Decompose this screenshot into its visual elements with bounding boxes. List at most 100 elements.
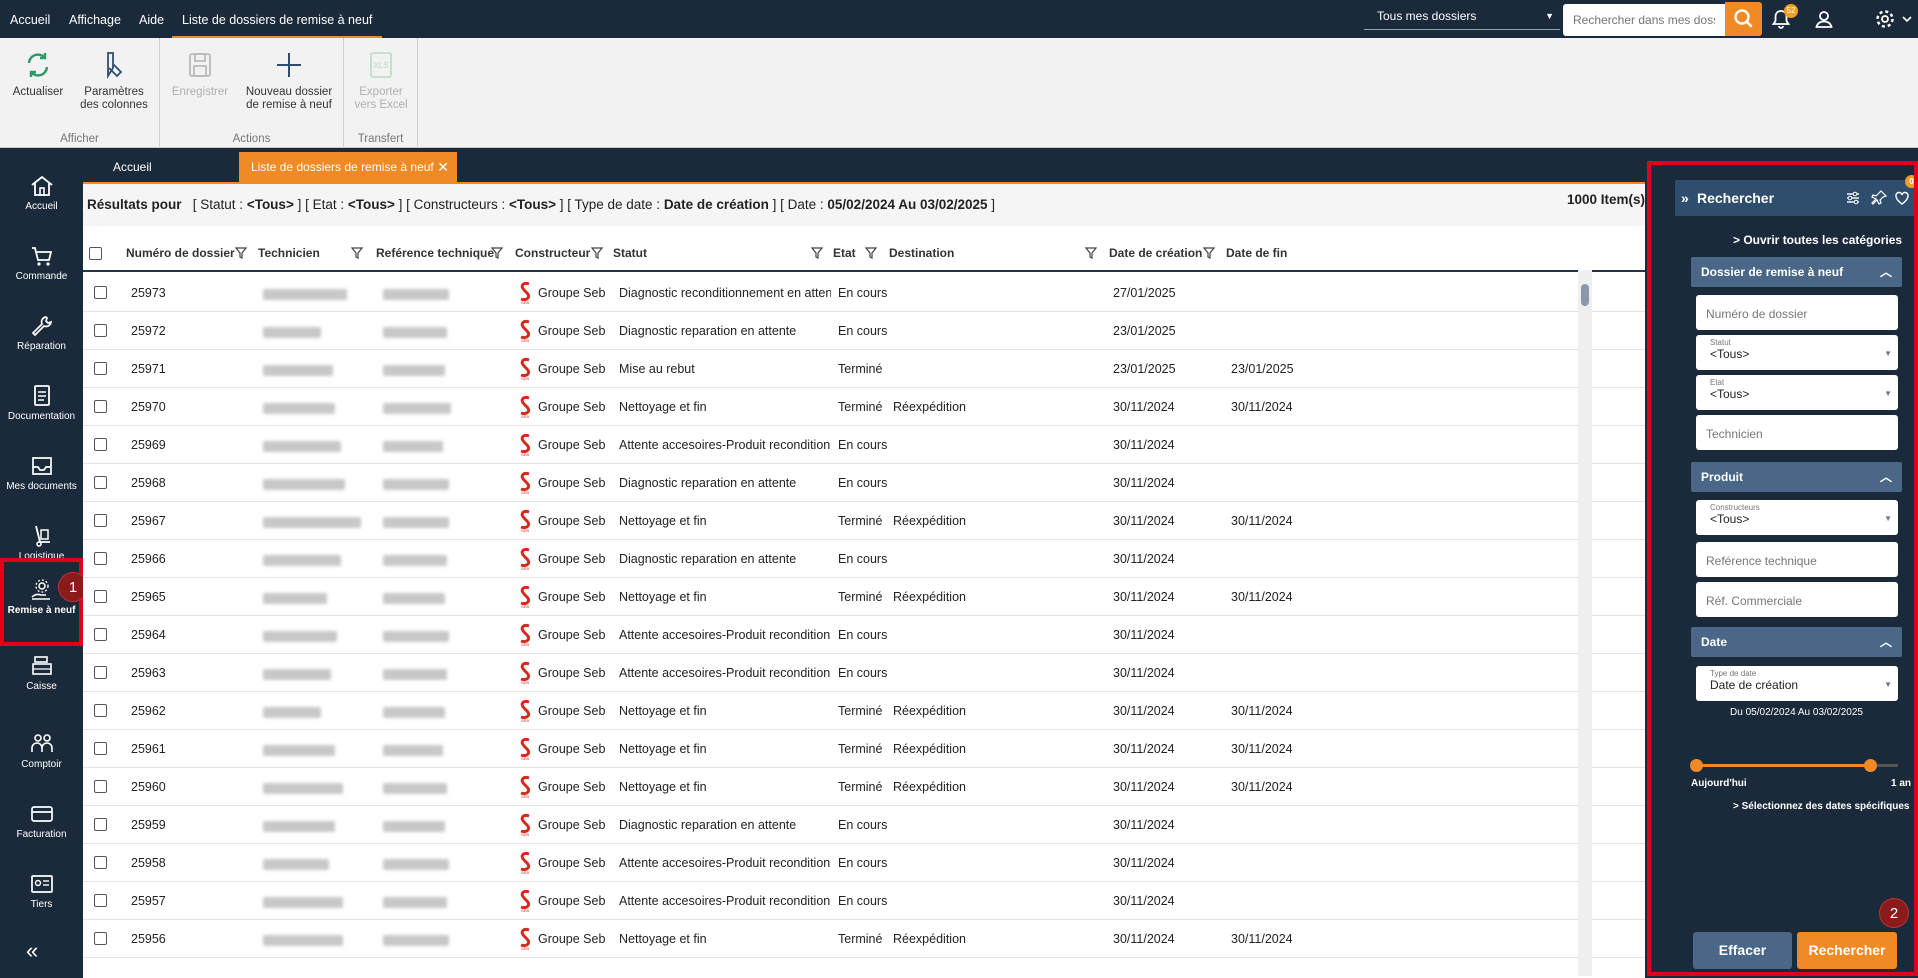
section-date[interactable]: Date ︿ (1691, 627, 1902, 657)
col-constructeur[interactable]: Constructeur (515, 234, 590, 272)
nav-facturation[interactable]: Facturation (0, 786, 83, 856)
table-row[interactable]: 25958 SEB Groupe Seb Attente accesoires-Pro… (83, 844, 1645, 882)
ref-commerciale-input[interactable]: Réf. Commerciale (1696, 582, 1898, 617)
constructeurs-select[interactable]: Constructeurs <Tous> ▼ (1696, 500, 1898, 535)
section-produit[interactable]: Produit ︿ (1691, 462, 1902, 492)
table-row[interactable]: 25957 SEB Groupe Seb Attente accesoires-Pro… (83, 882, 1645, 920)
etat-select[interactable]: Etat <Tous> ▼ (1696, 375, 1898, 410)
technicien-input[interactable]: Technicien (1696, 415, 1898, 450)
refresh-button[interactable]: Actualiser (6, 50, 70, 99)
vertical-scrollbar[interactable] (1578, 270, 1592, 976)
table-row[interactable]: 25966 SEB Groupe Seb Diagnostic reparation … (83, 540, 1645, 578)
table-row[interactable]: 25964 SEB Groupe Seb Attente accesoires-Pro… (83, 616, 1645, 654)
filter-icon[interactable] (1085, 246, 1097, 260)
nav-commande[interactable]: Commande (0, 228, 83, 298)
row-checkbox[interactable] (94, 742, 107, 755)
row-checkbox[interactable] (94, 514, 107, 527)
row-checkbox[interactable] (94, 628, 107, 641)
row-checkbox[interactable] (94, 362, 107, 375)
table-row[interactable]: 25960 SEB Groupe Seb Nettoyage et fin Termin… (83, 768, 1645, 806)
nav-reparation[interactable]: Réparation (0, 298, 83, 368)
filter-icon[interactable] (351, 246, 363, 260)
user-icon[interactable] (1813, 8, 1835, 30)
double-chevron-icon[interactable]: » (1681, 180, 1689, 216)
col-reference[interactable]: Reférence technique (376, 234, 494, 272)
clear-button[interactable]: Effacer (1693, 932, 1792, 969)
new-folder-button[interactable]: Nouveau dossier de remise à neuf (240, 50, 338, 112)
table-row[interactable]: 25971 SEB Groupe Seb Mise au rebut Terminé 23… (83, 350, 1645, 388)
table-row[interactable]: 25967 SEB Groupe Seb Nettoyage et fin Termin… (83, 502, 1645, 540)
table-row[interactable]: 25962 SEB Groupe Seb Nettoyage et fin Termin… (83, 692, 1645, 730)
row-checkbox[interactable] (94, 400, 107, 413)
specific-dates-link[interactable]: > Sélectionnez des dates spécifiques (1733, 801, 1909, 812)
nav-comptoir[interactable]: Comptoir (0, 716, 83, 786)
pin-icon[interactable] (1871, 190, 1887, 206)
open-all-categories[interactable]: > Ouvrir toutes les catégories (1733, 233, 1902, 247)
row-checkbox[interactable] (94, 856, 107, 869)
gear-icon[interactable] (1874, 8, 1896, 30)
row-checkbox[interactable] (94, 438, 107, 451)
nav-caisse[interactable]: Caisse (0, 648, 83, 718)
tab-accueil[interactable]: Accueil (101, 152, 164, 182)
col-technicien[interactable]: Technicien (258, 234, 320, 272)
date-slider-track[interactable] (1696, 764, 1868, 767)
row-checkbox[interactable] (94, 704, 107, 717)
table-row[interactable]: 25968 SEB Groupe Seb Diagnostic reparation … (83, 464, 1645, 502)
row-checkbox[interactable] (94, 590, 107, 603)
column-settings-button[interactable]: Paramètres des colonnes (76, 50, 152, 112)
table-row[interactable]: 25956 SEB Groupe Seb Nettoyage et fin Termin… (83, 920, 1645, 958)
row-checkbox[interactable] (94, 932, 107, 945)
row-checkbox[interactable] (94, 894, 107, 907)
filter-icon[interactable] (811, 246, 823, 260)
collapse-nav-icon[interactable]: « (26, 938, 38, 964)
menu-accueil[interactable]: Accueil (0, 0, 60, 38)
col-destination[interactable]: Destination (889, 234, 954, 272)
table-row[interactable]: 25969 SEB Groupe Seb Attente accesoires-Pro… (83, 426, 1645, 464)
chevron-down-icon[interactable] (1900, 8, 1914, 30)
global-search-input[interactable] (1563, 4, 1725, 36)
col-etat[interactable]: Etat (833, 234, 856, 272)
slider-handle-min[interactable] (1690, 759, 1703, 772)
type-date-select[interactable]: Type de date Date de création ▼ (1696, 666, 1898, 701)
table-row[interactable]: 25961 SEB Groupe Seb Nettoyage et fin Termin… (83, 730, 1645, 768)
heart-icon[interactable] (1893, 189, 1911, 207)
search-submit-button[interactable]: Rechercher (1797, 932, 1897, 969)
menu-affichage[interactable]: Affichage (59, 0, 131, 38)
col-statut[interactable]: Statut (613, 234, 647, 272)
nav-documentation[interactable]: Documentation (0, 368, 83, 438)
reference-technique-input[interactable]: Reférence technique (1696, 542, 1898, 577)
row-checkbox[interactable] (94, 780, 107, 793)
filter-icon[interactable] (491, 246, 503, 260)
nav-tiers[interactable]: Tiers (0, 856, 83, 926)
row-checkbox[interactable] (94, 324, 107, 337)
close-icon[interactable]: ✕ (437, 152, 449, 182)
filter-icon[interactable] (865, 246, 877, 260)
filter-icon[interactable] (235, 246, 247, 260)
statut-select[interactable]: Statut <Tous> ▼ (1696, 335, 1898, 370)
table-row[interactable]: 25970 SEB Groupe Seb Nettoyage et fin Termin… (83, 388, 1645, 426)
scrollbar-thumb[interactable] (1581, 284, 1589, 306)
col-date-fin[interactable]: Date de fin (1226, 234, 1287, 272)
select-all-checkbox[interactable] (89, 247, 102, 260)
row-checkbox[interactable] (94, 666, 107, 679)
nav-mes-documents[interactable]: Mes documents (0, 438, 83, 508)
table-row[interactable]: 25965 SEB Groupe Seb Nettoyage et fin Termin… (83, 578, 1645, 616)
row-checkbox[interactable] (94, 818, 107, 831)
table-row[interactable]: 25972 SEB Groupe Seb Diagnostic reparation … (83, 312, 1645, 350)
folder-filter-select[interactable]: Tous mes dossiers ▼ (1364, 4, 1560, 30)
filter-icon[interactable] (591, 246, 603, 260)
row-checkbox[interactable] (94, 286, 107, 299)
table-row[interactable]: 25973 SEB Groupe Seb Diagnostic recondition… (83, 274, 1645, 312)
col-date-creation[interactable]: Date de création (1109, 234, 1202, 272)
row-checkbox[interactable] (94, 552, 107, 565)
table-row[interactable]: 25959 SEB Groupe Seb Diagnostic reparation … (83, 806, 1645, 844)
nav-accueil[interactable]: Accueil (0, 158, 83, 228)
filter-icon[interactable] (1203, 246, 1215, 260)
slider-handle-max[interactable] (1864, 759, 1877, 772)
numero-dossier-input[interactable]: Numéro de dossier (1696, 295, 1898, 330)
tab-liste-dossiers[interactable]: Liste de dossiers de remise à neuf ✕ (239, 152, 457, 182)
sliders-icon[interactable] (1845, 190, 1861, 206)
section-dossier[interactable]: Dossier de remise à neuf ︿ (1691, 257, 1902, 287)
table-row[interactable]: 25963 SEB Groupe Seb Attente accesoires-Pro… (83, 654, 1645, 692)
search-button[interactable] (1725, 2, 1762, 36)
